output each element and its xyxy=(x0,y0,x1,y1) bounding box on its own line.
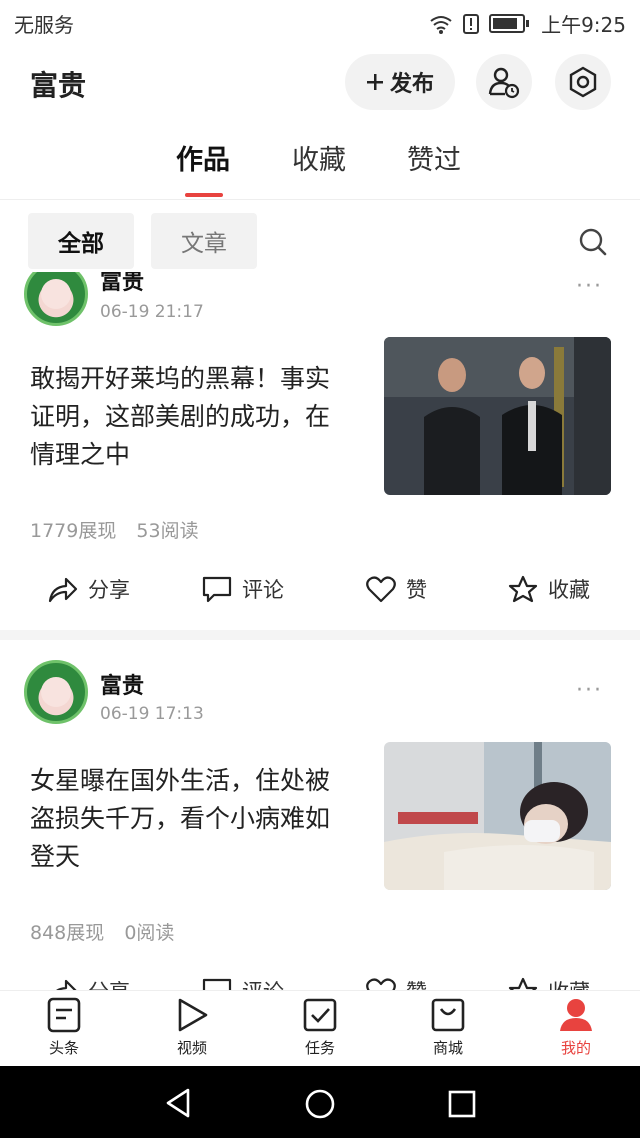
page-title: 富贵 xyxy=(30,69,87,102)
share-icon xyxy=(56,979,77,990)
post-author[interactable]: 富贵 xyxy=(100,272,144,296)
impressions-count: 1779展现 xyxy=(30,520,117,542)
nav-mall[interactable]: 商城 xyxy=(408,997,488,1058)
favorite-button[interactable]: 收藏 xyxy=(508,976,590,990)
tab-works[interactable]: 作品 xyxy=(176,138,230,177)
settings-hexagon-icon xyxy=(569,66,597,98)
post-thumbnail[interactable] xyxy=(384,337,611,495)
nav-tasks[interactable]: 任务 xyxy=(280,997,360,1058)
carrier-text: 无服务 xyxy=(14,13,74,37)
reads-count: 0阅读 xyxy=(124,922,175,944)
comment-icon xyxy=(202,978,232,990)
shopping-bag-icon xyxy=(431,998,465,1032)
comment-button[interactable]: 评论 xyxy=(202,976,284,990)
status-right: 上午9:25 xyxy=(429,9,626,38)
feed-list[interactable]: 富贵 06-19 21:17 ··· 敢揭开好莱坞的黑幕！事实证明，这部美剧的成… xyxy=(0,272,640,990)
nav-me[interactable]: 我的 xyxy=(536,997,616,1058)
comment-icon xyxy=(202,576,232,603)
user-clock-icon xyxy=(488,67,520,99)
like-button[interactable]: 赞 xyxy=(366,976,427,990)
card-separator xyxy=(0,630,640,640)
avatar[interactable] xyxy=(24,272,88,326)
tab-favorites[interactable]: 收藏 xyxy=(292,138,346,177)
post-title[interactable]: 敢揭开好莱坞的黑幕！事实证明，这部美剧的成功，在情理之中 xyxy=(30,360,350,474)
share-button[interactable]: 分享 xyxy=(48,976,130,990)
task-check-icon xyxy=(303,998,337,1032)
publish-label: 发布 xyxy=(389,72,434,97)
filter-all-chip[interactable]: 全部 xyxy=(28,213,134,269)
reads-count: 53阅读 xyxy=(136,520,199,542)
document-icon xyxy=(47,997,81,1033)
alert-icon xyxy=(463,13,480,34)
filter-article-chip[interactable]: 文章 xyxy=(151,213,257,269)
more-options-icon[interactable]: ··· xyxy=(576,678,603,703)
impressions-count: 848展现 xyxy=(30,922,105,944)
post-title[interactable]: 女星曝在国外生活，住处被盗损失千万，看个小病难如登天 xyxy=(30,762,350,876)
star-icon xyxy=(508,575,538,603)
nav-headlines[interactable]: 头条 xyxy=(24,997,104,1058)
comment-button[interactable]: 评论 xyxy=(202,574,284,604)
favorite-button[interactable]: 收藏 xyxy=(508,574,590,604)
wifi-icon xyxy=(430,15,452,34)
tabs-divider xyxy=(0,199,640,200)
post-stats: 848展现 0阅读 xyxy=(30,918,188,945)
star-icon xyxy=(508,977,538,990)
post-time: 06-19 17:13 xyxy=(100,704,204,724)
search-icon[interactable] xyxy=(578,227,608,257)
tab-liked[interactable]: 赞过 xyxy=(407,138,461,177)
recents-icon[interactable] xyxy=(448,1090,476,1118)
status-bar: 无服务 上午9:25 xyxy=(0,0,640,44)
system-nav-bar xyxy=(0,1066,640,1138)
heart-icon xyxy=(366,576,396,603)
post-time: 06-19 21:17 xyxy=(100,302,204,322)
tab-active-indicator xyxy=(185,193,223,197)
post-card[interactable]: 富贵 06-19 17:13 ··· 女星曝在国外生活，住处被盗损失千万，看个小… xyxy=(0,640,640,990)
clock: 上午9:25 xyxy=(541,13,626,37)
user-icon xyxy=(560,999,592,1031)
plus-icon xyxy=(366,74,383,90)
profile-time-button[interactable] xyxy=(476,54,532,110)
more-options-icon[interactable]: ··· xyxy=(576,274,603,299)
bottom-nav: 头条 视频 任务 商城 我的 xyxy=(0,990,640,1067)
post-author[interactable]: 富贵 xyxy=(100,668,144,700)
avatar[interactable] xyxy=(24,660,88,724)
battery-icon xyxy=(489,14,530,33)
share-icon xyxy=(48,577,78,603)
nav-video[interactable]: 视频 xyxy=(152,997,232,1058)
back-icon[interactable] xyxy=(164,1088,192,1118)
home-icon[interactable] xyxy=(304,1088,336,1120)
heart-icon xyxy=(366,978,396,990)
play-icon xyxy=(178,998,208,1032)
post-stats: 1779展现 53阅读 xyxy=(30,516,213,543)
settings-button[interactable] xyxy=(555,54,611,110)
post-card[interactable]: 富贵 06-19 21:17 ··· 敢揭开好莱坞的黑幕！事实证明，这部美剧的成… xyxy=(0,272,640,630)
post-thumbnail[interactable] xyxy=(384,742,611,890)
publish-button[interactable]: 发布 xyxy=(345,54,455,110)
share-button[interactable]: 分享 xyxy=(48,574,130,604)
like-button[interactable]: 赞 xyxy=(366,574,427,604)
